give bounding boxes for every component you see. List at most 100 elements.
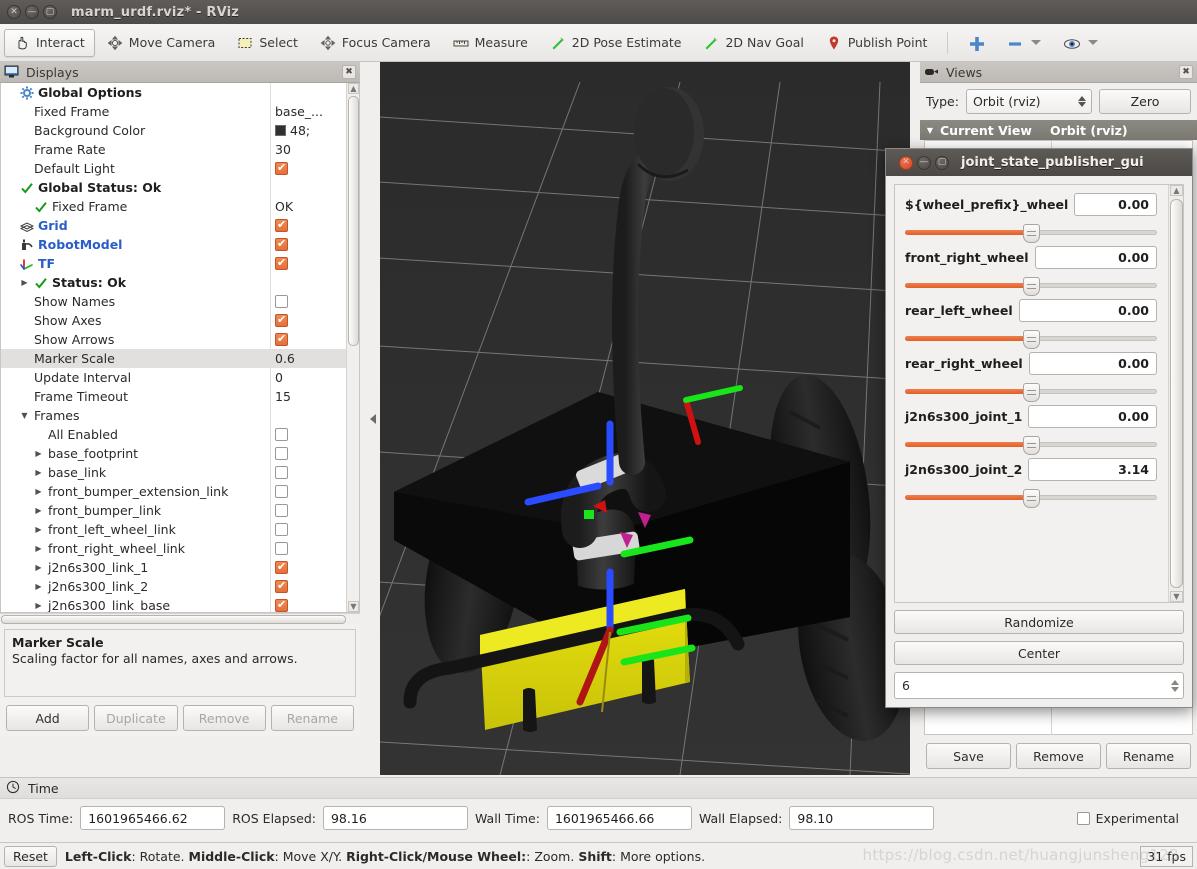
tool-focus-camera[interactable]: Focus Camera <box>310 29 441 57</box>
display-row-value[interactable] <box>270 577 346 596</box>
jsp-count-spinbox[interactable]: 6 <box>894 672 1184 699</box>
scrollbar-thumb[interactable] <box>1170 199 1183 588</box>
display-row-value[interactable] <box>270 406 346 425</box>
display-row-value[interactable]: base_... <box>270 102 346 121</box>
chevron-right-icon[interactable]: ▶ <box>33 525 44 534</box>
jsp-maximize-button[interactable]: ▢ <box>935 155 949 170</box>
display-tree-row[interactable]: Update Interval 0 <box>1 368 346 387</box>
display-row-value[interactable]: 15 <box>270 387 346 406</box>
toolbar-visibility-button[interactable] <box>1053 29 1108 57</box>
checkbox-unchecked[interactable] <box>275 542 288 555</box>
joint-value-field[interactable]: 0.00 <box>1034 246 1157 269</box>
hscrollbar-thumb[interactable] <box>1 615 346 624</box>
display-row-value[interactable]: 48; <box>270 121 346 140</box>
jsp-close-button[interactable]: ✕ <box>899 155 913 170</box>
display-tree-row[interactable]: Marker Scale 0.6 <box>1 349 346 368</box>
close-icon[interactable]: ✖ <box>342 65 356 79</box>
tool-move-camera[interactable]: Move Camera <box>97 29 226 57</box>
slider-handle[interactable] <box>1023 224 1040 243</box>
display-row-value[interactable] <box>270 83 346 102</box>
display-tree-row[interactable]: Fixed Frame base_... <box>1 102 346 121</box>
display-tree-row[interactable]: ▶ front_bumper_link <box>1 501 346 520</box>
checkbox-checked[interactable] <box>275 313 288 327</box>
checkbox-checked[interactable] <box>275 332 288 346</box>
display-tree-row[interactable]: ▶ j2n6s300_link_1 <box>1 558 346 577</box>
chevron-right-icon[interactable]: ▶ <box>19 278 30 287</box>
display-row-value[interactable] <box>270 159 346 178</box>
joint-slider[interactable] <box>905 487 1157 508</box>
joint-value-field[interactable]: 0.00 <box>1074 193 1157 216</box>
display-row-value[interactable]: OK <box>270 197 346 216</box>
joint-value-field[interactable]: 0.00 <box>1028 352 1157 375</box>
joint-slider[interactable] <box>905 275 1157 296</box>
display-tree-row[interactable]: TF <box>1 254 346 273</box>
displays-vertical-scrollbar[interactable]: ▲ ▼ <box>346 83 359 612</box>
checkbox-checked[interactable] <box>275 256 288 270</box>
joint-value-field[interactable]: 0.00 <box>1018 299 1157 322</box>
scroll-up-arrow[interactable]: ▲ <box>1170 185 1183 196</box>
views-current-view-header[interactable]: ▼ Current View Orbit (rviz) <box>920 120 1197 140</box>
display-tree-row[interactable]: ▶ front_left_wheel_link <box>1 520 346 539</box>
display-row-value[interactable] <box>270 558 346 577</box>
joint-value-field[interactable]: 0.00 <box>1028 405 1157 428</box>
chevron-right-icon[interactable]: ▶ <box>33 563 44 572</box>
joint-state-publisher-dialog[interactable]: ✕ — ▢ joint_state_publisher_gui ${wheel_… <box>885 148 1193 708</box>
chevron-right-icon[interactable]: ▶ <box>33 506 44 515</box>
checkbox-checked[interactable] <box>275 560 288 574</box>
checkbox-unchecked[interactable] <box>275 504 288 517</box>
joint-slider[interactable] <box>905 434 1157 455</box>
experimental-checkbox-row[interactable]: Experimental <box>1076 811 1179 826</box>
chevron-down-icon[interactable] <box>1088 40 1099 45</box>
close-icon[interactable]: ✖ <box>1179 65 1193 79</box>
display-tree-row[interactable]: Show Axes <box>1 311 346 330</box>
checkbox-checked[interactable] <box>275 579 288 593</box>
window-maximize-button[interactable]: ▢ <box>43 5 57 19</box>
display-tree-row[interactable]: ▶ front_right_wheel_link <box>1 539 346 558</box>
display-row-value[interactable] <box>270 216 346 235</box>
display-tree-row[interactable]: Global Status: Ok <box>1 178 346 197</box>
display-row-value[interactable]: 0.6 <box>270 349 346 368</box>
checkbox-unchecked[interactable] <box>275 295 288 308</box>
rename-display-button[interactable]: Rename <box>270 705 354 731</box>
chevron-right-icon[interactable]: ▶ <box>33 601 44 610</box>
display-tree-row[interactable]: Fixed Frame OK <box>1 197 346 216</box>
remove-view-button[interactable]: Remove <box>1016 743 1101 769</box>
scroll-down-arrow[interactable]: ▼ <box>1170 591 1183 602</box>
window-close-button[interactable]: ✕ <box>7 5 21 19</box>
wall-elapsed-field[interactable]: 98.10 <box>789 806 935 830</box>
display-row-value[interactable] <box>270 501 346 520</box>
slider-handle[interactable] <box>1023 330 1040 349</box>
slider-handle[interactable] <box>1023 277 1040 296</box>
chevron-right-icon[interactable]: ▶ <box>33 468 44 477</box>
display-row-value[interactable] <box>270 482 346 501</box>
display-tree-row[interactable]: All Enabled <box>1 425 346 444</box>
chevron-down-icon[interactable] <box>1031 40 1042 45</box>
checkbox-checked[interactable] <box>275 218 288 232</box>
color-swatch[interactable] <box>275 125 286 136</box>
window-minimize-button[interactable]: — <box>25 5 39 19</box>
display-tree-row[interactable]: Global Options <box>1 83 346 102</box>
chevron-right-icon[interactable]: ▶ <box>33 487 44 496</box>
3d-viewport[interactable] <box>380 62 910 775</box>
checkbox-unchecked[interactable] <box>275 428 288 441</box>
display-row-value[interactable] <box>270 596 346 612</box>
display-tree-row[interactable]: Frame Timeout 15 <box>1 387 346 406</box>
joint-slider[interactable] <box>905 222 1157 243</box>
scroll-down-arrow[interactable]: ▼ <box>348 601 359 612</box>
spinner-arrows-icon[interactable] <box>1171 679 1179 692</box>
spinner-arrows-icon[interactable] <box>1078 96 1086 107</box>
rename-view-button[interactable]: Rename <box>1106 743 1191 769</box>
chevron-right-icon[interactable]: ▶ <box>33 449 44 458</box>
display-row-value[interactable] <box>270 254 346 273</box>
display-tree-row[interactable]: Show Names <box>1 292 346 311</box>
wall-time-field[interactable]: 1601965466.66 <box>546 806 692 830</box>
zero-view-button[interactable]: Zero <box>1099 89 1191 114</box>
joint-slider[interactable] <box>905 328 1157 349</box>
chevron-down-icon[interactable]: ▼ <box>920 126 940 135</box>
slider-handle[interactable] <box>1023 489 1040 508</box>
display-tree-row[interactable]: ▼ Frames <box>1 406 346 425</box>
scrollbar-thumb[interactable] <box>348 96 359 346</box>
ros-elapsed-field[interactable]: 98.16 <box>322 806 468 830</box>
scroll-up-arrow[interactable]: ▲ <box>348 83 359 94</box>
slider-handle[interactable] <box>1023 436 1040 455</box>
